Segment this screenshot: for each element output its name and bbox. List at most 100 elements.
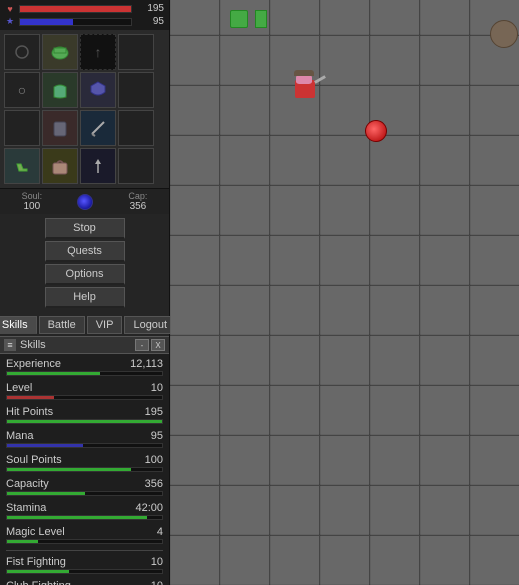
stat-name-6: Stamina	[6, 502, 46, 514]
stat-value-3: 95	[151, 430, 163, 442]
slot-extra3[interactable]	[4, 110, 40, 146]
slot-extra5[interactable]	[118, 148, 154, 184]
fighting-section: Fist Fighting 10 Club Fighting 10 Sword …	[6, 556, 163, 585]
game-object-1	[230, 10, 248, 28]
hp-icon: ♥	[5, 4, 15, 14]
slot-extra2[interactable]	[118, 72, 154, 108]
stat-name-0: Experience	[6, 358, 61, 370]
stat-name-row-4: Soul Points 100	[6, 454, 163, 466]
tab-battle[interactable]: Battle	[39, 316, 85, 334]
mana-gem	[77, 191, 93, 212]
mana-value: 95	[136, 16, 164, 27]
stat-bar-0	[6, 371, 163, 376]
stat-bar-fill-0	[7, 372, 100, 375]
hp-bar-fill	[20, 6, 131, 12]
slot-arrow[interactable]	[80, 148, 116, 184]
slot-extra4[interactable]	[118, 110, 154, 146]
stat-name-row-3: Mana 95	[6, 430, 163, 442]
left-panel: ♥ 195 ★ 95	[0, 0, 170, 585]
fighting-skill-name-1: Club Fighting	[6, 580, 71, 585]
stat-row-7: Magic Level 4	[6, 526, 163, 544]
fighting-skill-value-1: 10	[151, 580, 163, 585]
game-view	[170, 0, 519, 585]
hp-value: 195	[136, 3, 164, 14]
stat-bar-fill-7	[7, 540, 38, 543]
stat-value-4: 100	[145, 454, 163, 466]
stat-bars: ♥ 195 ★ 95	[0, 0, 169, 30]
options-button[interactable]: Options	[45, 264, 125, 285]
stat-value-5: 356	[145, 478, 163, 490]
skills-title-controls: - X	[135, 339, 165, 351]
soul-value: 100	[23, 201, 40, 212]
game-buttons: Stop Quests Options Help	[0, 214, 169, 312]
slot-helmet[interactable]	[42, 34, 78, 70]
stat-name-row-7: Magic Level 4	[6, 526, 163, 538]
stat-name-7: Magic Level	[6, 526, 65, 538]
fighting-skill-name-0: Fist Fighting	[6, 556, 66, 568]
stop-button[interactable]: Stop	[45, 218, 125, 239]
fighting-skill-name-row-0: Fist Fighting 10	[6, 556, 163, 568]
hp-bar-row: ♥ 195	[5, 3, 164, 14]
stat-bar-fill-5	[7, 492, 85, 495]
skills-divider	[6, 550, 163, 551]
skills-titlebar: ≡ Skills - X	[0, 337, 169, 354]
stat-row-0: Experience 12,113	[6, 358, 163, 376]
slot-boots[interactable]	[4, 148, 40, 184]
stat-name-row-2: Hit Points 195	[6, 406, 163, 418]
skills-title-area: ≡ Skills	[4, 339, 46, 351]
skills-content: Experience 12,113 Level 10 Hit Points 19…	[0, 354, 169, 585]
equipment-area: ↑ ○	[0, 30, 169, 188]
slot-extra1[interactable]	[118, 34, 154, 70]
stat-value-7: 4	[157, 526, 163, 538]
stat-name-4: Soul Points	[6, 454, 62, 466]
skills-panel-icon: ≡	[4, 339, 16, 351]
soul-cap-row: Soul: 100 Cap: 356	[0, 188, 169, 214]
slot-bag[interactable]	[42, 148, 78, 184]
skills-close-button[interactable]: X	[151, 339, 165, 351]
stat-bar-4	[6, 467, 163, 472]
stat-row-2: Hit Points 195	[6, 406, 163, 424]
stat-bar-2	[6, 419, 163, 424]
ground-item-1	[490, 20, 518, 48]
stat-value-6: 42:00	[135, 502, 163, 514]
slot-shield[interactable]	[80, 72, 116, 108]
fighting-skill-bar-fill-0	[7, 570, 69, 573]
stat-bar-7	[6, 539, 163, 544]
slot-armor[interactable]	[42, 72, 78, 108]
slot-legs[interactable]	[42, 110, 78, 146]
stat-bar-3	[6, 443, 163, 448]
stat-name-3: Mana	[6, 430, 34, 442]
stat-row-3: Mana 95	[6, 430, 163, 448]
soul-display: Soul: 100	[22, 191, 43, 212]
skills-minimize-button[interactable]: -	[135, 339, 149, 351]
slot-ring[interactable]: ○	[4, 72, 40, 108]
stat-row-1: Level 10	[6, 382, 163, 400]
fighting-skill-value-0: 10	[151, 556, 163, 568]
fighting-skill-name-row-1: Club Fighting 10	[6, 580, 163, 585]
skills-panel-title: Skills	[20, 339, 46, 351]
tab-logout[interactable]: Logout	[124, 316, 176, 334]
ground-item-red	[365, 120, 387, 142]
fighting-skill-bar-0	[6, 569, 163, 574]
slot-weapon[interactable]	[80, 110, 116, 146]
stat-name-2: Hit Points	[6, 406, 53, 418]
stat-name-row-5: Capacity 356	[6, 478, 163, 490]
stat-name-row-1: Level 10	[6, 382, 163, 394]
stat-name-1: Level	[6, 382, 32, 394]
stat-bar-fill-6	[7, 516, 147, 519]
quests-button[interactable]: Quests	[45, 241, 125, 262]
stat-bar-1	[6, 395, 163, 400]
fighting-skill-row-1: Club Fighting 10	[6, 580, 163, 585]
cap-display: Cap: 356	[128, 191, 147, 212]
mana-icon: ★	[5, 17, 15, 27]
help-button[interactable]: Help	[45, 287, 125, 308]
main-layout: ♥ 195 ★ 95	[0, 0, 519, 585]
cap-label: Cap:	[128, 191, 147, 201]
tab-skills[interactable]: Skills	[0, 316, 37, 334]
tab-vip[interactable]: VIP	[87, 316, 123, 334]
slot-empty1[interactable]: ↑	[80, 34, 116, 70]
cap-value: 356	[130, 201, 147, 212]
slot-amulet[interactable]	[4, 34, 40, 70]
stat-name-row-6: Stamina 42:00	[6, 502, 163, 514]
stat-bar-6	[6, 515, 163, 520]
